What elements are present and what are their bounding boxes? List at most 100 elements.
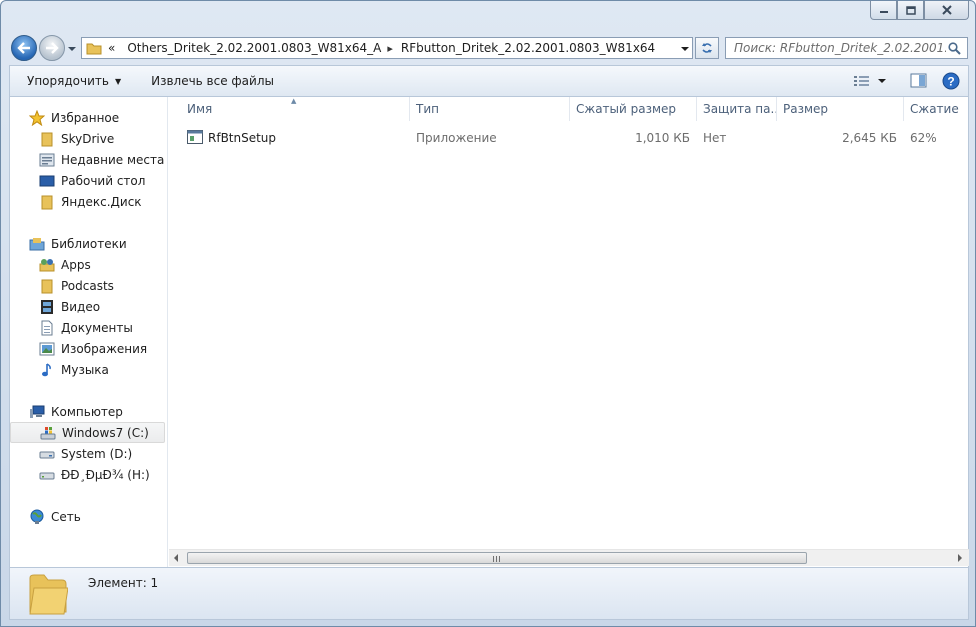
caption-buttons [870, 1, 969, 21]
video-icon [39, 299, 55, 315]
sidebar-item-apps[interactable]: Apps [10, 254, 167, 275]
scroll-left-icon[interactable] [173, 554, 179, 562]
back-arrow-icon [17, 42, 30, 54]
navigation-pane: Избранное SkyDrive Недавние места Рабочи… [10, 97, 168, 567]
network-icon [29, 509, 45, 525]
organize-label: Упорядочить [27, 74, 109, 88]
documents-icon [39, 320, 55, 336]
maximize-icon [905, 5, 916, 15]
column-header-label: Сжатый размер [576, 102, 677, 116]
libraries-icon [29, 236, 45, 252]
folder-icon [86, 43, 102, 55]
column-header-type[interactable]: Тип [410, 97, 570, 121]
apps-library-icon [39, 257, 55, 273]
sidebar-item-drive-h[interactable]: ÐÐ¸ÐµÐ¾ (H:) [10, 464, 167, 485]
table-row[interactable]: RfBtnSetup Приложение 1,010 КБ Нет 2,645… [169, 127, 969, 149]
sidebar-item-yandex-disk[interactable]: Яндекс.Диск [10, 191, 167, 212]
command-bar: Упорядочить ▼ Извлечь все файлы ? [9, 65, 969, 97]
removable-drive-icon [39, 467, 55, 483]
column-header-compressed-size[interactable]: Сжатый размер [570, 97, 697, 121]
close-button[interactable] [924, 1, 969, 20]
music-icon [39, 362, 55, 378]
sidebar-item-label: Windows7 (C:) [62, 425, 149, 440]
breadcrumb-separator-icon[interactable]: ▸ [387, 42, 393, 55]
sidebar-item-network[interactable]: Сеть [10, 506, 167, 527]
file-protection: Нет [703, 131, 727, 145]
file-size: 2,645 КБ [842, 131, 897, 145]
application-icon [187, 129, 203, 147]
column-header-protection[interactable]: Защита па... [697, 97, 777, 121]
refresh-button[interactable] [695, 37, 719, 59]
refresh-icon [702, 43, 712, 53]
address-overflow[interactable]: « [108, 41, 115, 55]
sidebar-item-video[interactable]: Видео [10, 296, 167, 317]
file-type: Приложение [416, 131, 497, 145]
computer-icon [29, 404, 45, 420]
help-icon[interactable]: ? [942, 72, 960, 90]
organize-button[interactable]: Упорядочить ▼ [10, 66, 133, 96]
sidebar-item-label: Рабочий стол [61, 173, 146, 188]
sidebar-item-label: Компьютер [51, 404, 123, 419]
breadcrumb-item[interactable]: Others_Dritek_2.02.2001.0803_W81x64_A [127, 41, 381, 55]
sidebar-item-label: Podcasts [61, 278, 114, 293]
pictures-icon [39, 341, 55, 357]
forward-button[interactable] [39, 35, 65, 61]
recent-pages-dropdown-icon[interactable] [67, 44, 77, 54]
column-headers: ▲ Имя Тип Сжатый размер Защита па... Раз… [169, 97, 969, 121]
column-header-name[interactable]: ▲ Имя [169, 97, 410, 121]
sort-ascending-icon: ▲ [291, 97, 297, 105]
forward-arrow-icon [46, 42, 59, 54]
breadcrumb-item[interactable]: RFbutton_Dritek_2.02.2001.0803_W81x64 [401, 41, 655, 55]
sidebar-item-skydrive[interactable]: SkyDrive [10, 128, 167, 149]
back-button[interactable] [11, 35, 37, 61]
sidebar-item-label: Изображения [61, 341, 148, 356]
sidebar-item-computer[interactable]: Компьютер [10, 401, 167, 422]
file-name-cell[interactable]: RfBtnSetup [169, 129, 410, 147]
preview-pane-icon[interactable] [910, 73, 928, 89]
desktop-icon [39, 173, 55, 189]
column-header-size[interactable]: Размер [777, 97, 904, 121]
change-view-button[interactable] [854, 75, 886, 87]
folder-icon [39, 278, 55, 294]
sidebar-item-label: Избранное [51, 110, 120, 125]
folder-icon [39, 194, 55, 210]
sidebar-item-desktop[interactable]: Рабочий стол [10, 170, 167, 191]
sidebar-item-label: Документы [61, 320, 133, 335]
file-list: ▲ Имя Тип Сжатый размер Защита па... Раз… [169, 97, 969, 567]
address-dropdown-icon[interactable] [680, 44, 690, 54]
minimize-button[interactable] [870, 1, 897, 20]
view-controls: ? [854, 72, 960, 90]
sidebar-item-libraries[interactable]: Библиотеки [10, 233, 167, 254]
grip-icon [493, 556, 500, 562]
sidebar-item-music[interactable]: Музыка [10, 359, 167, 380]
star-icon [29, 109, 45, 126]
sidebar-item-pictures[interactable]: Изображения [10, 338, 167, 359]
column-header-label: Сжатие [910, 102, 959, 116]
sidebar-item-label: System (D:) [61, 446, 133, 461]
search-icon[interactable] [948, 42, 961, 55]
sidebar-item-documents[interactable]: Документы [10, 317, 167, 338]
sidebar-item-drive-d[interactable]: System (D:) [10, 443, 167, 464]
maximize-button[interactable] [897, 1, 924, 20]
sidebar-item-recent-places[interactable]: Недавние места [10, 149, 167, 170]
scroll-right-icon[interactable] [957, 554, 963, 562]
svg-text:?: ? [947, 75, 954, 89]
sidebar-item-label: Музыка [61, 362, 109, 377]
search-box[interactable] [725, 37, 968, 59]
search-input[interactable] [734, 41, 946, 55]
folder-icon [29, 574, 68, 615]
close-icon [941, 5, 952, 15]
horizontal-scrollbar[interactable] [169, 549, 969, 566]
sidebar-item-drive-c[interactable]: Windows7 (C:) [10, 422, 165, 443]
file-compressed-size: 1,010 КБ [635, 131, 690, 145]
sidebar-item-podcasts[interactable]: Podcasts [10, 275, 167, 296]
sidebar-item-favorites[interactable]: Избранное [10, 107, 167, 128]
scrollbar-thumb[interactable] [187, 552, 807, 564]
extract-all-button[interactable]: Извлечь все файлы [133, 66, 286, 96]
sidebar-item-label: Apps [61, 257, 91, 272]
column-header-ratio[interactable]: Сжатие [904, 97, 969, 121]
address-bar[interactable]: « Others_Dritek_2.02.2001.0803_W81x64_A … [81, 37, 693, 59]
recent-places-icon [39, 152, 55, 168]
